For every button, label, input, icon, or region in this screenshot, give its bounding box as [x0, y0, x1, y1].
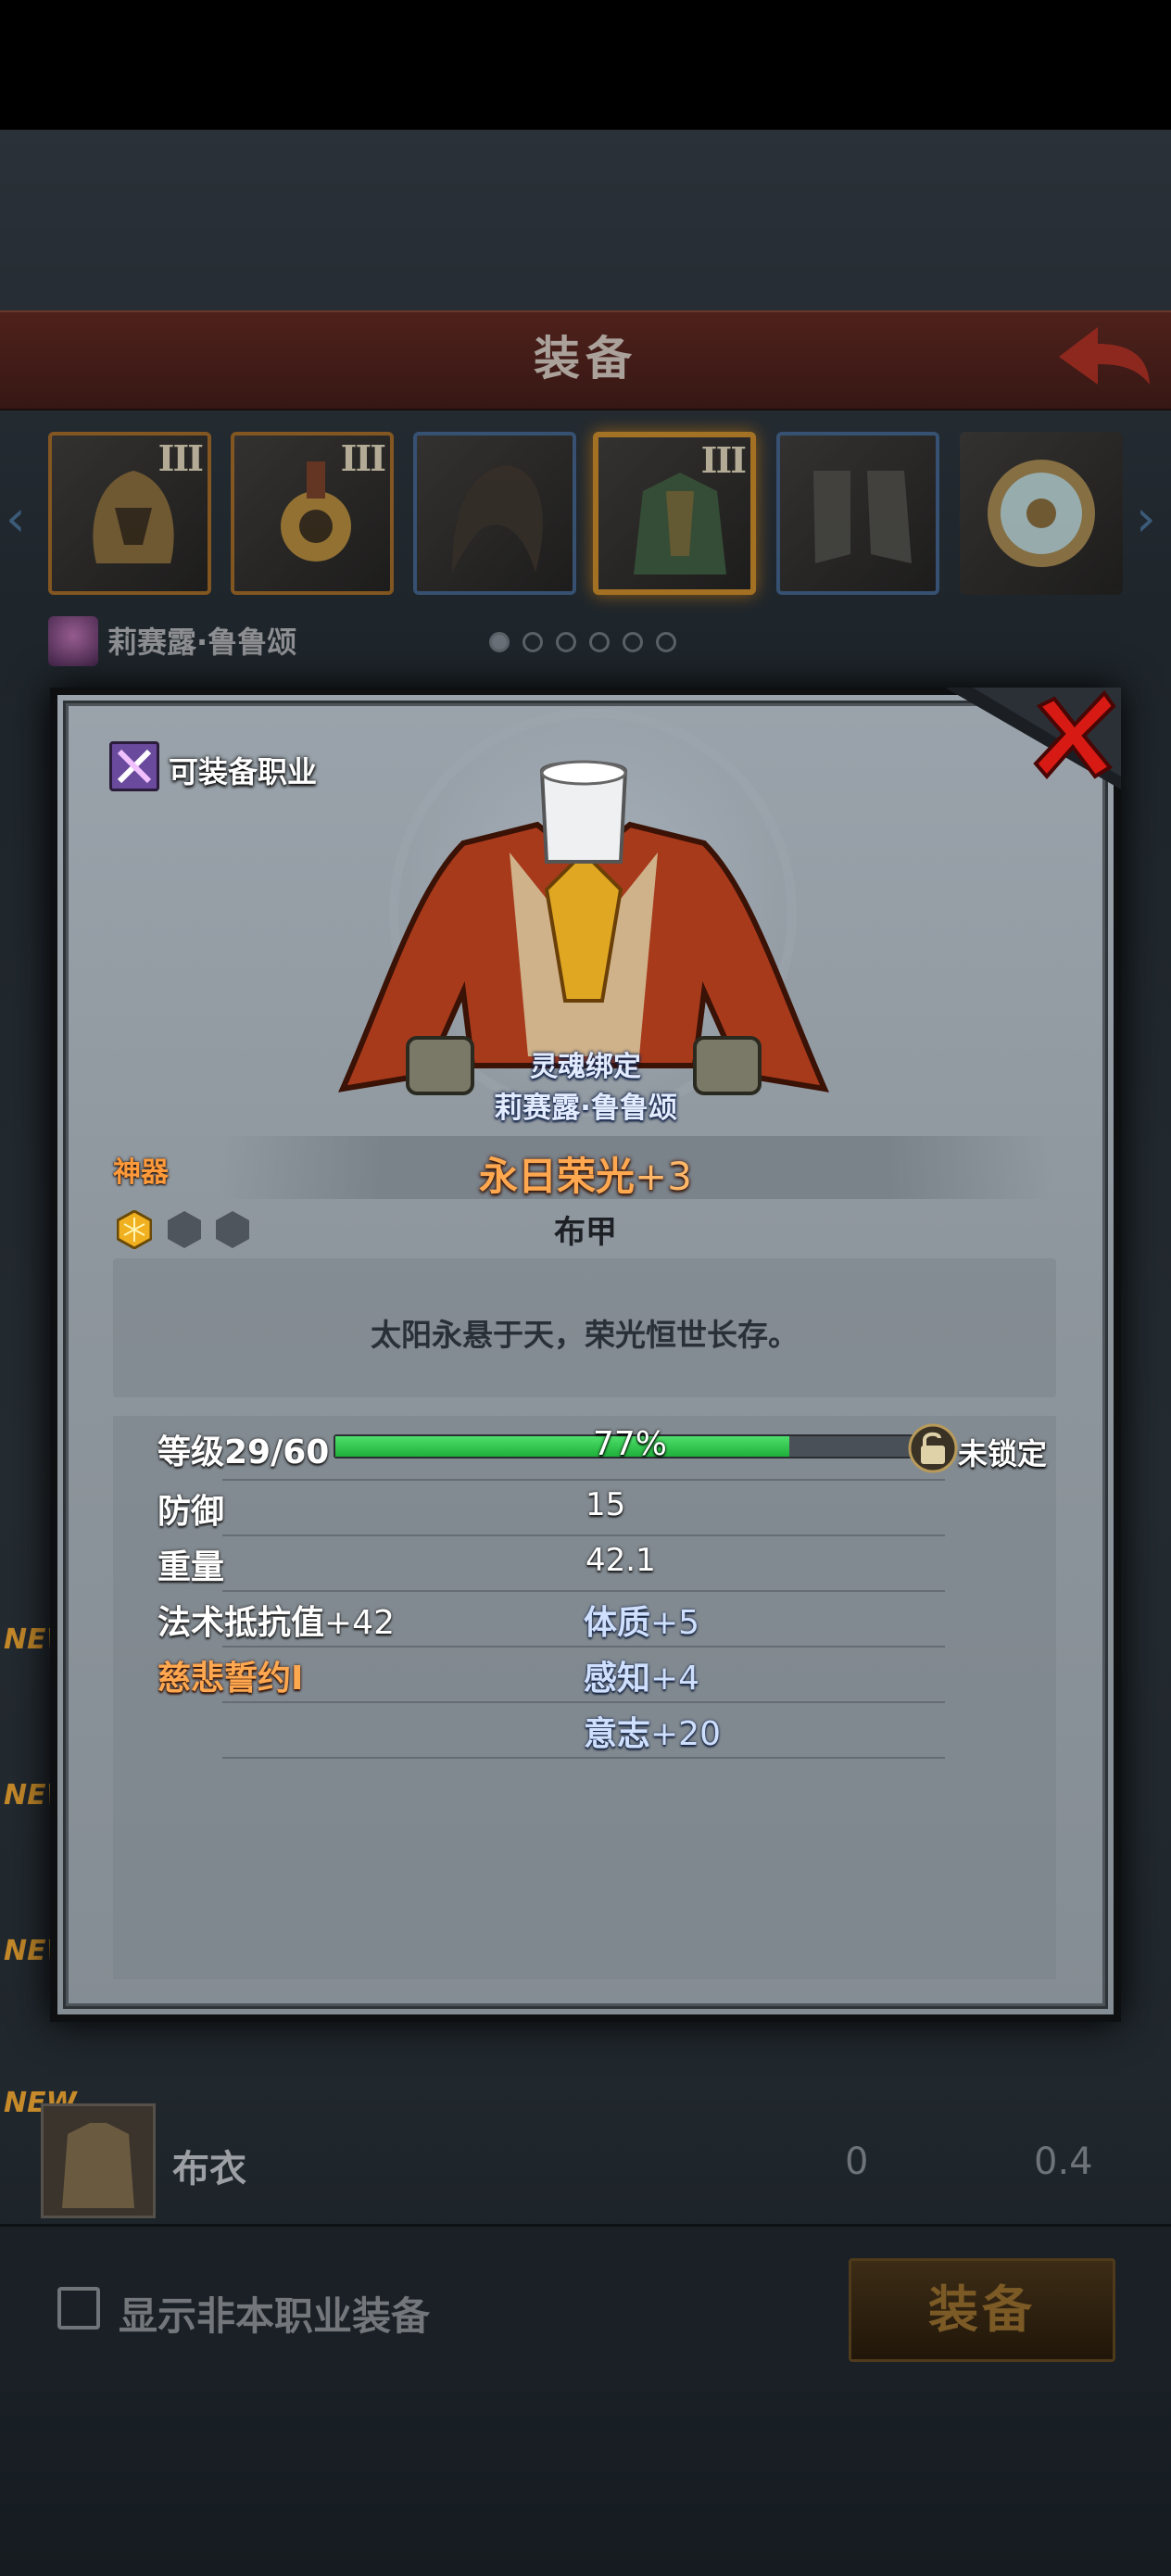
row-divider	[222, 1646, 945, 1648]
character-name: 莉赛露·鲁鲁颂	[107, 625, 297, 660]
list-item-thumbnail	[41, 2103, 156, 2218]
equip-slot-hood[interactable]	[413, 432, 576, 595]
boots-icon	[813, 471, 912, 563]
class-requirement-label[interactable]: 可装备职业	[169, 749, 317, 791]
level-progress-text: 77%	[592, 1425, 667, 1463]
bonus-name: 意志	[584, 1715, 651, 1753]
bonus-name: 法术抵抗值	[157, 1604, 325, 1642]
bonus-name: 体质	[584, 1604, 651, 1642]
item-name-text: 永日荣光	[479, 1154, 636, 1199]
page-dot	[623, 632, 643, 652]
defense-label: 防御	[157, 1493, 225, 1531]
row-divider	[222, 1534, 945, 1536]
owner-name: 莉赛露·鲁鲁颂	[494, 1092, 677, 1125]
gem-socket-empty-icon[interactable]	[215, 1210, 250, 1249]
equip-slot-amulet[interactable]: III	[231, 432, 394, 595]
status-bar-area	[0, 0, 1171, 130]
equip-slot-armor[interactable]: III	[593, 432, 756, 595]
equip-slot-ring[interactable]	[960, 432, 1123, 595]
equip-slot-helmet[interactable]: III	[48, 432, 211, 595]
bonus-value: +5	[650, 1604, 700, 1642]
row-divider	[222, 1757, 945, 1759]
list-item-value2: 0.4	[1034, 2140, 1093, 2183]
slot-tier: III	[340, 437, 386, 479]
weight-value: 42.1	[586, 1542, 656, 1579]
page-indicator	[489, 632, 689, 656]
slot-tier: III	[157, 437, 204, 479]
back-arrow-icon	[1059, 327, 1150, 385]
bonus-name: 感知	[584, 1660, 651, 1698]
list-item-name: 布衣	[172, 2148, 246, 2191]
close-button[interactable]	[1026, 688, 1121, 782]
class-requirement-icon[interactable]	[109, 741, 159, 791]
bonus-willpower: 意志+20	[584, 1707, 721, 1755]
cloth-shirt-icon	[62, 2123, 134, 2208]
lock-status-label[interactable]: 未锁定	[958, 1431, 1047, 1473]
page-title: 装备	[534, 332, 637, 385]
page-dot	[489, 632, 510, 652]
show-other-class-checkbox[interactable]	[57, 2287, 100, 2330]
page-dot	[523, 632, 543, 652]
slots-next-arrow[interactable]: ›	[1136, 491, 1169, 547]
row-divider	[222, 1479, 945, 1481]
show-other-class-label: 显示非本职业装备	[119, 2293, 431, 2339]
page-dot	[656, 632, 676, 652]
bonus-value: +4	[650, 1660, 700, 1698]
close-icon	[1033, 689, 1116, 780]
bonus-value: +42	[324, 1604, 395, 1642]
weight-label: 重量	[157, 1548, 225, 1586]
item-name: 永日荣光+3	[0, 1145, 1171, 1202]
bonus-mercy-oath[interactable]: 慈悲誓约Ⅰ	[157, 1651, 303, 1699]
row-divider	[222, 1590, 945, 1592]
hood-icon	[452, 465, 543, 573]
slots-prev-arrow[interactable]: ‹	[6, 491, 39, 547]
list-item-value1: 0	[845, 2140, 869, 2183]
gem-socket-empty-icon[interactable]	[167, 1210, 202, 1249]
slot-tier: III	[700, 439, 747, 481]
enhance-level: +3	[635, 1154, 692, 1199]
bonus-constitution: 体质+5	[584, 1596, 699, 1644]
character-avatar	[48, 616, 98, 666]
ring-icon	[988, 460, 1095, 567]
bonus-value: +20	[650, 1715, 721, 1753]
bonus-spell-resist: 法术抵抗值+42	[157, 1596, 395, 1644]
back-button[interactable]	[1051, 320, 1153, 394]
soul-bound-label: 灵魂绑定	[530, 1051, 641, 1083]
page-dot	[556, 632, 576, 652]
equip-slot-boots[interactable]	[776, 432, 939, 595]
item-description: 太阳永悬于天，荣光恒世长存。	[371, 1317, 799, 1353]
equip-button[interactable]: 装备	[849, 2258, 1115, 2362]
defense-value: 15	[586, 1486, 626, 1523]
gem-socket-filled-icon[interactable]	[117, 1210, 152, 1249]
row-divider	[222, 1701, 945, 1703]
bonus-perception: 感知+4	[584, 1651, 699, 1699]
page-dot	[589, 632, 610, 652]
lock-icon[interactable]	[908, 1423, 958, 1473]
level-label: 等级29/60	[157, 1433, 330, 1471]
crossed-weapons-icon	[117, 749, 152, 784]
